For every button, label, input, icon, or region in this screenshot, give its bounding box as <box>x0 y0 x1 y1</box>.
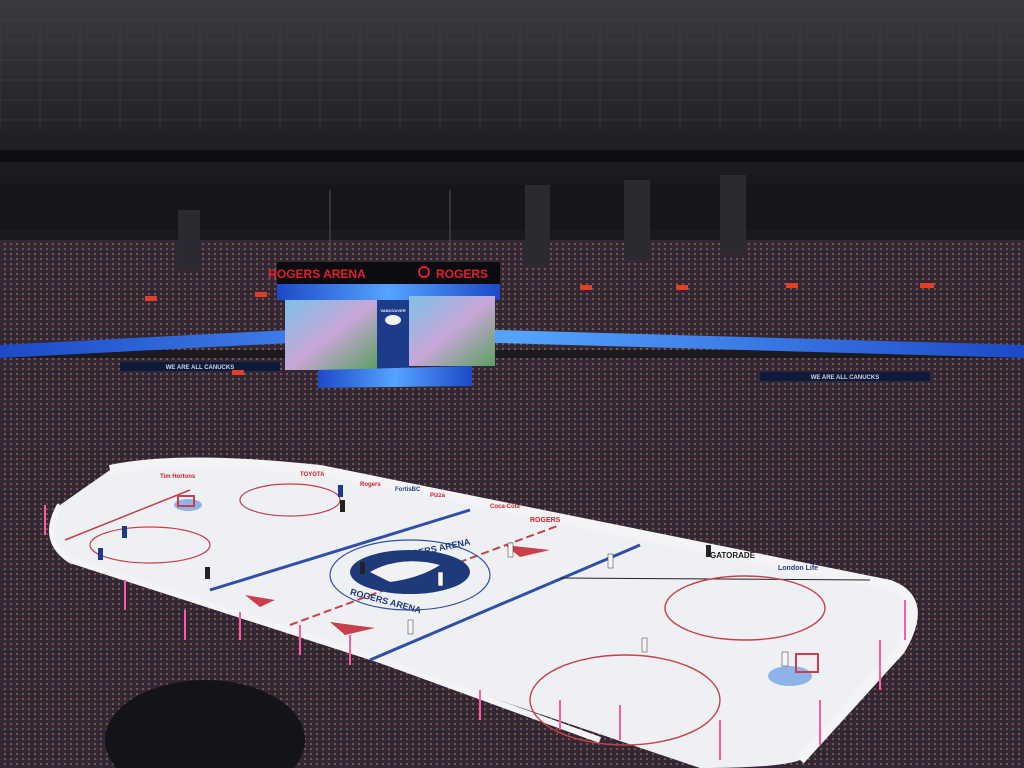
dasher-ad-8: GATORADE <box>710 551 756 560</box>
ceiling-tiles <box>0 0 1024 130</box>
speaker-cluster-far-right <box>720 175 746 255</box>
player <box>340 500 345 512</box>
dasher-ad-9: London Life <box>778 565 818 572</box>
dasher-ad-5: Pizza <box>430 493 446 499</box>
goal-crease-right <box>768 666 812 686</box>
dasher-ad-2: TOYOTA <box>300 472 325 478</box>
dasher-ad-4: FortisBC <box>395 487 421 493</box>
press-level <box>0 185 1024 230</box>
rail-banner-right-text: WE ARE ALL CANUCKS <box>811 375 879 381</box>
catwalk <box>0 150 1024 162</box>
player <box>360 562 365 574</box>
speaker-cluster-right <box>624 180 650 260</box>
canucks-logo-icon <box>385 315 401 325</box>
player <box>407 619 414 635</box>
dasher-ad-6: Coca-Cola <box>490 504 520 510</box>
jumbotron-screen-left <box>285 300 377 370</box>
player <box>781 651 789 667</box>
player <box>98 548 103 560</box>
speaker-cluster-left <box>178 210 200 270</box>
dasher-ad-1: Tim Hortons <box>160 474 196 480</box>
speaker-cluster-mid <box>525 185 550 265</box>
jumbotron-screen-right <box>409 296 495 366</box>
player <box>205 567 210 579</box>
rail-banner-left-text: WE ARE ALL CANUCKS <box>166 365 234 371</box>
player <box>607 553 614 569</box>
player <box>507 542 514 558</box>
venue-sign-right: ROGERS <box>436 267 488 281</box>
player <box>338 485 343 497</box>
player <box>437 571 444 587</box>
scoreboard-logo-text: VANCOUVER <box>380 308 405 313</box>
venue-sign-left: ROGERS ARENA <box>268 267 366 281</box>
player <box>122 526 127 538</box>
dasher-ad-3: Rogers <box>360 482 381 488</box>
arena-scene: WE ARE ALL CANUCKS WE ARE ALL CANUCKS Ti… <box>0 0 1024 768</box>
player <box>641 637 648 653</box>
player <box>706 545 711 557</box>
dasher-ad-7: ROGERS <box>530 517 561 524</box>
